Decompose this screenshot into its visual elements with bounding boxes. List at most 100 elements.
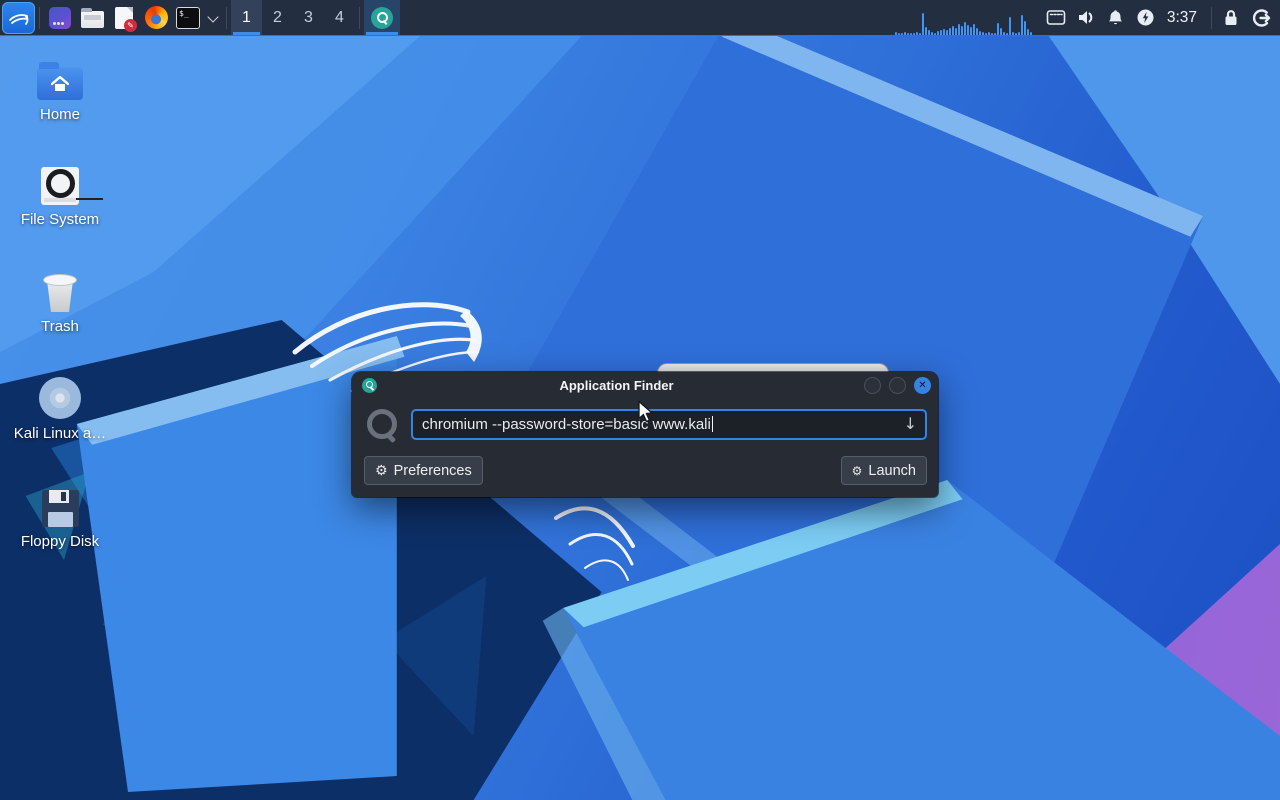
network-bar [907, 33, 909, 35]
notifications-tray-button[interactable] [1101, 2, 1131, 34]
taskbar-application-finder[interactable] [364, 0, 400, 35]
network-bar [937, 31, 939, 35]
network-bar [919, 33, 921, 35]
preferences-button-label: Preferences [394, 463, 472, 479]
window-title: Application Finder [377, 378, 856, 393]
launcher-app[interactable] [45, 2, 75, 34]
titlebar[interactable]: Application Finder ✕ [352, 372, 938, 399]
network-bar [1000, 28, 1002, 35]
desktop-icon-floppy-disk[interactable]: Floppy Disk [8, 479, 112, 550]
network-bar [997, 23, 999, 35]
desktop-icon-home[interactable]: Home [8, 52, 112, 123]
search-input-value: chromium --password-store=basic www.kali [422, 416, 711, 433]
history-dropdown-arrow-icon[interactable]: ↓ [904, 414, 917, 433]
launch-button[interactable]: ⚙ Launch [841, 456, 927, 485]
close-icon: ✕ [918, 380, 926, 391]
power-manager-tray-button[interactable] [1131, 2, 1161, 34]
application-finder-window: Application Finder ✕ chromium --password… [352, 372, 938, 497]
logout-icon [1251, 8, 1272, 28]
document-icon: ✎ [115, 7, 133, 29]
workspace-2[interactable]: 2 [262, 0, 293, 35]
desktop-icon-label: File System [21, 211, 99, 228]
network-bar [1015, 33, 1017, 35]
workspace-4[interactable]: 4 [324, 0, 355, 35]
workspace-3[interactable]: 3 [293, 0, 324, 35]
network-bar [1030, 32, 1032, 35]
pencil-badge-icon: ✎ [124, 19, 137, 32]
network-bar [931, 32, 933, 35]
chevron-down-icon[interactable] [208, 13, 218, 23]
home-folder-icon [37, 67, 83, 100]
network-bar [904, 32, 906, 35]
screen-tray-button[interactable] [1041, 2, 1071, 34]
firefox-icon [145, 6, 168, 29]
logout-button[interactable] [1246, 2, 1276, 34]
network-bar [994, 33, 996, 35]
network-bar [1009, 17, 1011, 35]
desktop-icon-kali-cd[interactable]: Kali Linux a… [8, 371, 112, 442]
desktop-icon-label: Kali Linux a… [14, 425, 107, 442]
desktop-icon-label: Home [40, 106, 80, 123]
volume-tray-button[interactable] [1071, 2, 1101, 34]
network-bar [973, 24, 975, 35]
lock-screen-button[interactable] [1216, 2, 1246, 34]
launcher-terminal[interactable]: $_ [173, 2, 203, 34]
network-bar [916, 32, 918, 35]
screen-icon [1046, 8, 1066, 27]
desktop-icon-trash[interactable]: Trash [8, 264, 112, 335]
panel-tray: 3:37 [895, 0, 1280, 35]
window-body: chromium --password-store=basic www.kali… [352, 399, 938, 485]
house-icon [51, 76, 69, 92]
clock[interactable]: 3:37 [1167, 9, 1197, 27]
network-bar [1006, 33, 1008, 35]
preferences-button[interactable]: ⚙ Preferences [364, 456, 483, 485]
search-icon [364, 405, 398, 443]
trash-icon [43, 274, 77, 312]
network-bar [979, 31, 981, 35]
network-bar [943, 29, 945, 35]
network-bar [910, 33, 912, 35]
desktop-icon-label: Floppy Disk [21, 533, 99, 550]
search-input[interactable]: chromium --password-store=basic www.kali… [411, 409, 927, 440]
network-bar [955, 28, 957, 35]
kali-logo-icon [7, 6, 31, 30]
network-bar [1027, 29, 1029, 35]
desktop-icon-label: Trash [41, 318, 79, 335]
network-bar [976, 28, 978, 35]
network-bar [946, 30, 948, 35]
network-bar [1024, 21, 1026, 35]
text-caret [712, 416, 714, 432]
launcher-file-manager[interactable] [77, 2, 107, 34]
optical-disc-icon [39, 377, 81, 419]
maximize-button[interactable] [889, 377, 906, 394]
network-bar [949, 28, 951, 35]
workspace-1[interactable]: 1 [231, 0, 262, 35]
desktop-icon-file-system[interactable]: File System [8, 157, 112, 228]
network-bar [958, 24, 960, 35]
power-bolt-icon [1136, 8, 1155, 27]
floppy-disk-icon [42, 490, 79, 527]
minimize-button[interactable] [864, 377, 881, 394]
hard-drive-icon [41, 167, 79, 205]
applications-menu-button[interactable] [2, 2, 35, 34]
gear-icon: ⚙ [375, 464, 388, 478]
network-bar [1018, 32, 1020, 35]
panel-separator [226, 7, 227, 29]
network-bar [991, 33, 993, 35]
network-bar [895, 32, 897, 35]
network-graph[interactable] [895, 0, 1033, 35]
launcher-text-editor[interactable]: ✎ [109, 2, 139, 34]
folder-icon [81, 11, 104, 28]
panel-separator [1211, 7, 1212, 29]
app-finder-icon [371, 7, 393, 29]
launcher-firefox[interactable] [141, 2, 171, 34]
network-bar [1003, 32, 1005, 35]
close-button[interactable]: ✕ [914, 377, 931, 394]
lock-icon [1221, 8, 1241, 28]
app-finder-window-icon [362, 378, 377, 393]
network-bar [970, 27, 972, 35]
network-bar [964, 22, 966, 35]
purple-app-icon [49, 7, 71, 29]
network-bar [934, 33, 936, 35]
network-bar [988, 32, 990, 35]
